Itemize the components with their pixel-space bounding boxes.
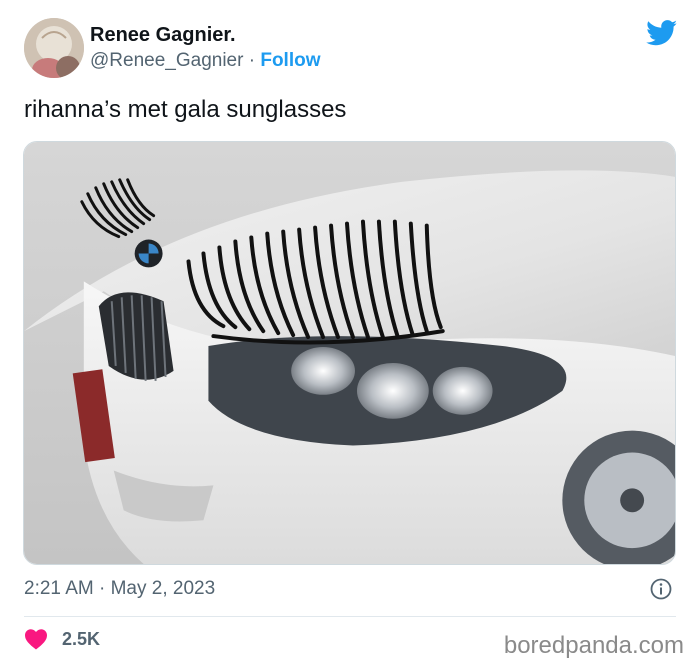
car-eyelashes-photo [24, 142, 675, 564]
watermark: boredpanda.com [503, 632, 684, 659]
author-name[interactable]: Renee Gagnier. [90, 24, 236, 47]
like-row[interactable]: 2.5K [24, 626, 100, 652]
tweet-text: rihanna’s met gala sunglasses [24, 96, 347, 123]
author-avatar[interactable] [24, 18, 84, 78]
divider [24, 616, 676, 617]
follow-button[interactable]: Follow [260, 50, 320, 71]
author-handle-row: @Renee_Gagnier · Follow [90, 50, 321, 72]
like-count: 2.5K [62, 628, 101, 649]
author-handle[interactable]: @Renee_Gagnier [90, 50, 243, 71]
tweet-timestamp[interactable]: 2:21 AM · May 2, 2023 [24, 578, 215, 600]
info-icon[interactable] [650, 578, 672, 600]
tweet-media-image[interactable] [23, 141, 676, 565]
handle-separator: · [243, 50, 261, 71]
heart-icon[interactable] [24, 628, 48, 650]
twitter-bird-icon[interactable] [646, 20, 678, 46]
